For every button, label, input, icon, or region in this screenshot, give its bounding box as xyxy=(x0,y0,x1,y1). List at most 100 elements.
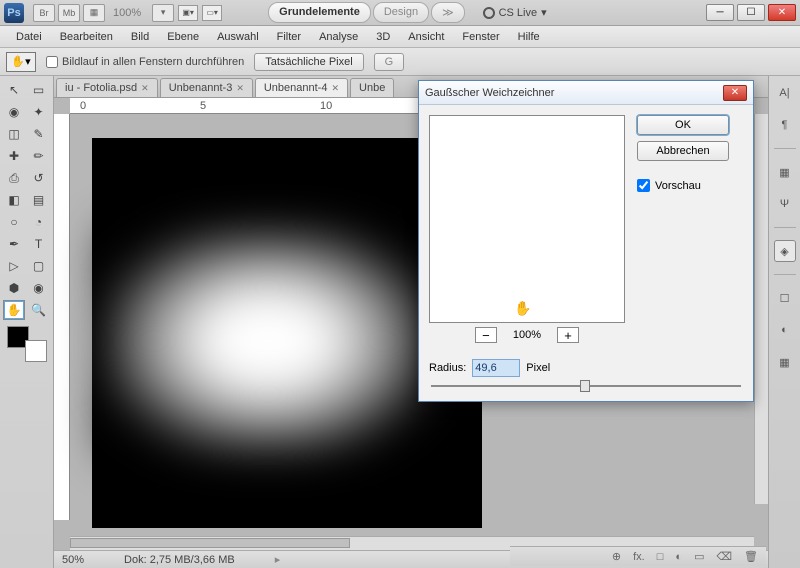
gradient-tool[interactable]: ▤ xyxy=(28,190,50,210)
menubar: Datei Bearbeiten Bild Ebene Auswahl Filt… xyxy=(0,26,800,48)
option-button-2[interactable]: G xyxy=(374,53,405,71)
maximize-button[interactable]: ☐ xyxy=(737,4,765,21)
tab-unbe[interactable]: Unbe xyxy=(350,78,394,97)
3d-tool[interactable]: ⬢ xyxy=(3,278,25,298)
tab-unbenannt-3[interactable]: Unbenannt-3✕ xyxy=(160,78,253,97)
preview-zoom: 100% xyxy=(513,329,541,341)
move-tool[interactable]: ↖ xyxy=(3,80,25,100)
radius-input[interactable] xyxy=(472,359,520,377)
menu-ebene[interactable]: Ebene xyxy=(159,29,207,45)
hand-cursor-icon: ✋ xyxy=(514,300,531,317)
color-swatches[interactable] xyxy=(7,326,47,362)
close-icon[interactable]: ✕ xyxy=(331,83,339,94)
zoom-dropdown[interactable]: ▾ xyxy=(152,4,174,22)
cslive-icon xyxy=(483,7,495,19)
dialog-close-button[interactable]: ✕ xyxy=(723,85,747,101)
status-zoom[interactable]: 50% xyxy=(62,554,84,566)
menu-datei[interactable]: Datei xyxy=(8,29,50,45)
stamp-tool[interactable]: ⎙ xyxy=(3,168,25,188)
menu-analyse[interactable]: Analyse xyxy=(311,29,366,45)
crop-tool[interactable]: ◫ xyxy=(3,124,25,144)
cslive-menu[interactable]: CS Live ▾ xyxy=(483,6,547,19)
type-tool[interactable]: T xyxy=(28,234,50,254)
hand-tool[interactable]: ✋ xyxy=(3,300,25,320)
menu-filter[interactable]: Filter xyxy=(269,29,309,45)
adjustments-panel-icon[interactable]: ◐ xyxy=(774,319,796,341)
wand-tool[interactable]: ✦ xyxy=(28,102,50,122)
tab-fotolia[interactable]: iu - Fotolia.psd✕ xyxy=(56,78,158,97)
swatches-panel-icon[interactable]: ▦ xyxy=(774,161,796,183)
actual-pixels-button[interactable]: Tatsächliche Pixel xyxy=(254,53,363,71)
pen-tool[interactable]: ✒ xyxy=(3,234,25,254)
zoom-level[interactable]: 100% xyxy=(113,7,141,19)
background-color[interactable] xyxy=(25,340,47,362)
dialog-title: Gaußscher Weichzeichner xyxy=(425,87,554,99)
healing-tool[interactable]: ✚ xyxy=(3,146,25,166)
close-icon[interactable]: ✕ xyxy=(141,83,149,94)
blur-tool[interactable]: ○ xyxy=(3,212,25,232)
layers-footer: ⊕ fx. □ ◐ ▭ ⌫ 🗑 xyxy=(510,546,766,566)
cancel-button[interactable]: Abbrechen xyxy=(637,141,729,161)
path-tool[interactable]: ▷ xyxy=(3,256,25,276)
ok-button[interactable]: OK xyxy=(637,115,729,135)
brush-tool[interactable]: ✏ xyxy=(28,146,50,166)
zoom-in-button[interactable]: + xyxy=(557,327,579,343)
minibridge-button[interactable]: Mb xyxy=(58,4,80,22)
channels-panel-icon[interactable]: ☐ xyxy=(774,287,796,309)
eraser-tool[interactable]: ◧ xyxy=(3,190,25,210)
scroll-all-checkbox[interactable]: Bildlauf in allen Fenstern durchführen xyxy=(46,56,244,68)
fx-icon[interactable]: fx. xyxy=(633,551,645,563)
paragraph-panel-icon[interactable]: ¶ xyxy=(774,114,796,136)
arrange-button[interactable]: ▣▾ xyxy=(178,5,198,21)
workspace-design[interactable]: Design xyxy=(373,2,429,23)
hand-tool-icon[interactable]: ✋▾ xyxy=(6,52,36,72)
preview-checkbox[interactable]: Vorschau xyxy=(637,179,729,192)
view-extras-button[interactable]: ▦ xyxy=(83,4,105,22)
link-icon[interactable]: ⊕ xyxy=(612,550,621,563)
ps-logo: Ps xyxy=(4,3,24,23)
radius-label: Radius: xyxy=(429,362,466,374)
zoom-out-button[interactable]: − xyxy=(475,327,497,343)
menu-3d[interactable]: 3D xyxy=(368,29,398,45)
workspace-grundelemente[interactable]: Grundelemente xyxy=(268,2,371,23)
menu-bild[interactable]: Bild xyxy=(123,29,157,45)
slider-thumb[interactable] xyxy=(580,380,590,392)
menu-hilfe[interactable]: Hilfe xyxy=(510,29,548,45)
dialog-titlebar[interactable]: Gaußscher Weichzeichner ✕ xyxy=(419,81,753,105)
group-icon[interactable]: ▭ xyxy=(694,550,704,563)
lasso-tool[interactable]: ◉ xyxy=(3,102,25,122)
canvas-content xyxy=(108,231,428,451)
new-layer-icon[interactable]: ⌫ xyxy=(716,550,732,563)
marquee-tool[interactable]: ▭ xyxy=(28,80,50,100)
trash-icon[interactable]: 🗑 xyxy=(744,550,758,563)
3d-camera-tool[interactable]: ◉ xyxy=(28,278,50,298)
minimize-button[interactable]: ─ xyxy=(706,4,734,21)
bridge-button[interactable]: Br xyxy=(33,4,55,22)
menu-ansicht[interactable]: Ansicht xyxy=(400,29,452,45)
toolbox: ↖ ▭ ◉ ✦ ◫ ✎ ✚ ✏ ⎙ ↺ ◧ ▤ ○ ◔ ✒ T ▷ ▢ ⬢ ◉ … xyxy=(0,76,54,568)
menu-fenster[interactable]: Fenster xyxy=(454,29,507,45)
type-panel-icon[interactable]: A| xyxy=(774,82,796,104)
close-icon[interactable]: ✕ xyxy=(236,83,244,94)
history-brush-tool[interactable]: ↺ xyxy=(28,168,50,188)
tab-unbenannt-4[interactable]: Unbenannt-4✕ xyxy=(255,78,348,97)
layers-panel-icon[interactable]: ◈ xyxy=(774,240,796,262)
preview-area[interactable]: ✋ xyxy=(429,115,625,323)
scrollbar-vertical[interactable] xyxy=(754,114,768,504)
radius-slider[interactable] xyxy=(431,385,741,387)
close-button[interactable]: ✕ xyxy=(768,4,796,21)
workspace-more[interactable]: ≫ xyxy=(431,2,465,23)
mask-icon[interactable]: □ xyxy=(657,551,664,563)
options-bar: ✋▾ Bildlauf in allen Fenstern durchführe… xyxy=(0,48,800,76)
adjustment-icon[interactable]: ◐ xyxy=(675,551,682,563)
zoom-tool[interactable]: 🔍 xyxy=(28,300,50,320)
dodge-tool[interactable]: ◔ xyxy=(28,212,50,232)
menu-auswahl[interactable]: Auswahl xyxy=(209,29,267,45)
styles-panel-icon[interactable]: Ψ xyxy=(774,193,796,215)
screen-mode-button[interactable]: ▭▾ xyxy=(202,5,222,21)
panel-dock: A| ¶ ▦ Ψ ◈ ☐ ◐ ▦ xyxy=(768,76,800,568)
masks-panel-icon[interactable]: ▦ xyxy=(774,351,796,373)
menu-bearbeiten[interactable]: Bearbeiten xyxy=(52,29,121,45)
shape-tool[interactable]: ▢ xyxy=(28,256,50,276)
eyedropper-tool[interactable]: ✎ xyxy=(28,124,50,144)
